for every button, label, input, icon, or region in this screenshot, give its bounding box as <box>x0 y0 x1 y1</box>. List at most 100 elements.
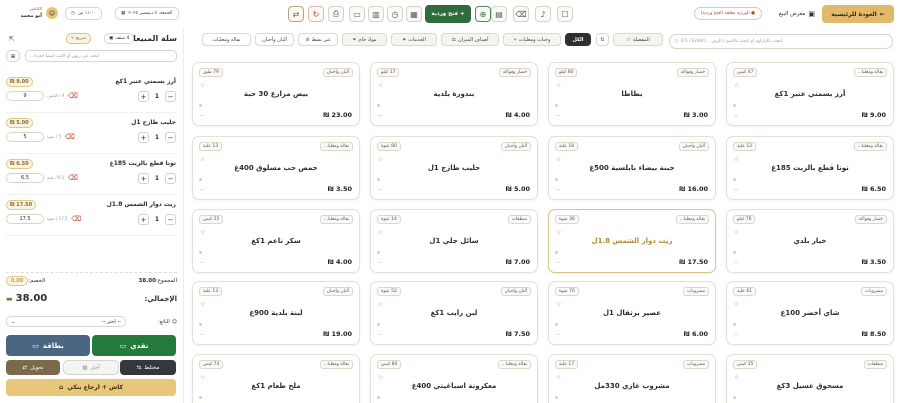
trash-icon[interactable]: ⌫ <box>67 90 78 101</box>
product-card[interactable]: بقالة ومعلبا... 13 علبة ☆ حمص حب مسلوق 400غ… <box>192 136 360 200</box>
refresh-icon[interactable]: ↻ <box>308 6 324 22</box>
add-customer-icon[interactable]: ⊕ <box>6 50 20 62</box>
sort-icon[interactable]: ⇅ <box>596 33 609 46</box>
close-cart-icon[interactable]: ⇱ <box>6 33 17 44</box>
notes-icon[interactable]: ☐ <box>557 6 573 22</box>
product-card[interactable]: ألبان وأجبان 13 علبة ☆ لبنة بلدية 900غ — 19.0… <box>192 281 360 345</box>
increment-button[interactable]: + <box>138 91 149 102</box>
decrement-button[interactable]: − <box>165 132 176 143</box>
tab-favorites[interactable]: المفضلة ☆ <box>613 33 663 46</box>
product-name: معكرونة اسباغيتي 400غ <box>411 382 497 390</box>
back-to-home-button[interactable]: ← العودة للرئيسية <box>822 5 894 23</box>
pay-later-button[interactable]: آجل ▦ <box>63 360 119 375</box>
product-card[interactable]: مشروبات 61 علبة ☆ شاي أخضر 100غ — 8.50 ₪ <box>726 281 894 345</box>
cash-return-button[interactable]: كاش + ارجاع بنكي ⌂ <box>6 379 176 396</box>
status-dot <box>199 104 202 107</box>
product-card[interactable]: بقالة ومعلبا... 12 علبة ☆ تونا قطع بالزيت 1… <box>726 136 894 200</box>
product-card[interactable]: بقالة ومعلبا... 47 كيس ☆ أرز بسمتي عنبر 1كغ… <box>726 62 894 126</box>
user-info[interactable]: ☺ الكاشير أبو محمد <box>10 6 58 22</box>
tab-services[interactable]: الخدمات ✦ <box>391 33 437 46</box>
bell-icon[interactable]: ♪ <box>535 6 551 22</box>
product-card[interactable]: خضار وفواكه 17 كيلو ☆ بندورة بلدية — 4.00 ₪ <box>370 62 538 126</box>
favorite-star-icon[interactable]: ☆ <box>200 82 205 89</box>
increment-button[interactable]: + <box>138 214 149 225</box>
trash-icon[interactable]: ⌫ <box>71 213 82 224</box>
favorite-star-icon[interactable]: ☆ <box>556 374 561 381</box>
unit-price-input[interactable]: 6.5 <box>6 172 44 183</box>
product-card[interactable]: مشروبات17 علبة☆مشروب غازي 330مل— <box>548 354 716 403</box>
product-card[interactable]: ألبان وأجبان 52 عبوة ☆ لبن رايب 1كغ — 7.50 ₪ <box>370 281 538 345</box>
product-card[interactable]: بقالة ومعلبا... 80 كيس ☆ معكرونة اسباغيتي 4… <box>370 354 538 403</box>
favorite-star-icon[interactable]: ☆ <box>556 301 561 308</box>
tab-raw-materials[interactable]: مواد خام ⏷ <box>342 33 387 46</box>
customer-search-input[interactable]: ابحث عن زبون أو اكتب اسما جديدا... <box>25 50 177 62</box>
decrement-button[interactable]: − <box>165 173 176 184</box>
product-card[interactable]: خضار وفواكه 80 كيلو ☆ بطاطا — 3.00 ₪ <box>548 62 716 126</box>
favorite-star-icon[interactable]: ☆ <box>200 229 205 236</box>
favorite-star-icon[interactable]: ☆ <box>378 301 383 308</box>
cart-item-price: 17.50 ₪ <box>6 200 37 210</box>
favorite-star-icon[interactable]: ☆ <box>378 374 383 381</box>
clock-icon[interactable]: ◷ <box>387 6 403 22</box>
decrement-button[interactable]: − <box>165 214 176 225</box>
favorite-star-icon[interactable]: ☆ <box>378 82 383 89</box>
tab-meals[interactable]: وجبات ومعلبات ⑂ <box>503 33 561 46</box>
product-card[interactable]: مشروبات 70 عبوة ☆ عصير برتقال 1ل — 6.00 ₪ <box>548 281 716 345</box>
tab-scale-items[interactable]: أصناف الميزان ⚖ <box>441 33 499 46</box>
save-icon[interactable]: ▭ <box>349 6 365 22</box>
favorite-star-icon[interactable]: ☆ <box>200 301 205 308</box>
tab-grocery[interactable]: بقالة ومعلبات <box>202 33 251 46</box>
book-icon[interactable]: ▥ <box>368 6 384 22</box>
print-icon[interactable]: ⎙ <box>328 6 344 22</box>
favorite-star-icon[interactable]: ☆ <box>734 301 739 308</box>
favorite-star-icon[interactable]: ☆ <box>734 156 739 163</box>
product-search-bar[interactable]: ابحث بالباركود أو ابحث بالاسم / الرمز...… <box>669 34 893 49</box>
file-plus-icon[interactable]: ⊕ <box>475 6 491 22</box>
pay-mixed-button[interactable]: مختلط ⇆ <box>120 360 176 375</box>
favorite-star-icon[interactable]: ☆ <box>734 374 739 381</box>
increment-button[interactable]: + <box>138 132 149 143</box>
decrement-button[interactable]: − <box>165 91 176 102</box>
calculator-icon[interactable]: ▦ <box>406 6 422 22</box>
product-card[interactable]: خضار وفواكه 76 كيلو ☆ خيار بلدي — 3.50 ₪ <box>726 209 894 273</box>
total-label: الإجمالي: <box>144 294 178 303</box>
trash-icon[interactable]: ⌫ <box>67 172 78 183</box>
favorite-star-icon[interactable]: ☆ <box>200 156 205 163</box>
product-card[interactable]: بقالة ومعلبا... 25 كيس ☆ سكر ناعم 1كغ — 4.00 … <box>192 209 360 273</box>
product-card[interactable]: ألبان وأجبان 80 عبوة ☆ حليب طازج 1ل — 5.00 ₪ <box>370 136 538 200</box>
card-icon: ▭ <box>32 341 39 350</box>
favorite-star-icon[interactable]: ☆ <box>556 156 561 163</box>
category-badge: مشروبات <box>683 360 709 369</box>
unit-price-input[interactable]: 9 <box>6 90 44 101</box>
favorite-star-icon[interactable]: ☆ <box>378 229 383 236</box>
tab-all[interactable]: الكل <box>565 33 591 46</box>
favorite-star-icon[interactable]: ☆ <box>556 82 561 89</box>
open-shift-button[interactable]: + فتح وردية <box>425 5 471 23</box>
unit-price-input[interactable]: 5 <box>6 131 44 142</box>
pay-card-button[interactable]: بطاقة ▭ <box>6 335 90 356</box>
product-card[interactable]: ألبان وأجبان 79 طبق ☆ بيض مزارع 30 حبة — 23.0… <box>192 62 360 126</box>
clipboard-icon[interactable]: ▤ <box>491 6 507 22</box>
trash-icon[interactable]: ⌫ <box>64 131 75 142</box>
favorite-star-icon[interactable]: ☆ <box>556 229 561 236</box>
pay-cash-button[interactable]: نقدي ▭ <box>92 335 176 356</box>
seller-select[interactable]: -- اختر -- ⌄ <box>6 316 126 327</box>
product-card[interactable]: ألبان وأجبان 18 علبة ☆ جبنة بيضاء نابلسية 5… <box>548 136 716 200</box>
favorite-star-icon[interactable]: ☆ <box>200 374 205 381</box>
favorite-star-icon[interactable]: ☆ <box>734 82 739 89</box>
increment-button[interactable]: + <box>138 173 149 184</box>
product-card[interactable]: منظفات35 كيس☆مسحوق غسيل 3كغ— <box>726 354 894 403</box>
favorite-star-icon[interactable]: ☆ <box>734 229 739 236</box>
tab-inactive[interactable]: غير نشط ⊘ <box>298 33 338 46</box>
swap-icon[interactable]: ⇄ <box>288 6 304 22</box>
product-card[interactable]: منظفات 14 عبوة ☆ سائل جلي 1ل — 7.00 ₪ <box>370 209 538 273</box>
favorite-star-icon[interactable]: ☆ <box>378 156 383 163</box>
product-card[interactable]: بقالة ومعلبا...74 كيس☆ملح طعام 1كغ— <box>192 354 360 403</box>
tab-dairy[interactable]: ألبان وأجبان <box>255 33 294 46</box>
product-card[interactable]: بقالة ومعلبا... 36 عبوة ☆ زيت دوار الشمس 1.… <box>548 209 716 273</box>
unit-price-input[interactable]: 17.5 <box>6 213 44 224</box>
pay-transfer-button[interactable]: تحويل ⇄ <box>6 360 60 375</box>
quick-sale-button[interactable]: سريع ϟ <box>66 33 91 44</box>
trash-icon[interactable]: ⌫ <box>513 6 529 22</box>
discount-input[interactable]: 0.00 <box>6 276 29 286</box>
